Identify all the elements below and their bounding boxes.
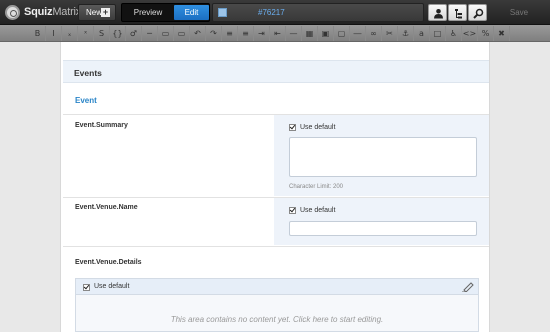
summary-use-default-checkbox[interactable]: [289, 124, 296, 131]
search-icon: [473, 8, 484, 19]
wysiwyg-button[interactable]: ≡: [222, 26, 238, 41]
wysiwyg-button[interactable]: ▭: [174, 26, 190, 41]
venue-name-input[interactable]: [289, 221, 477, 236]
wysiwyg-button[interactable]: ⇥: [254, 26, 270, 41]
new-button[interactable]: New +: [78, 4, 116, 21]
wysiwyg-button[interactable]: ✂: [382, 26, 398, 41]
section-title: Events: [63, 60, 489, 83]
new-button-label: New: [86, 8, 103, 17]
wysiwyg-button[interactable]: ₓ: [62, 26, 78, 41]
edit-form: Events Event Event.Summary Use default C…: [60, 42, 490, 332]
wysiwyg-button[interactable]: ▣: [318, 26, 334, 41]
venue-details-bar: Use default: [76, 279, 478, 295]
tree-icon: [455, 9, 462, 19]
pencil-icon[interactable]: [462, 282, 474, 292]
wysiwyg-button[interactable]: ▦: [302, 26, 318, 41]
search-button[interactable]: [468, 4, 487, 21]
summary-label: Event.Summary: [75, 122, 128, 129]
venue-name-label: Event.Venue.Name: [75, 204, 138, 211]
venue-details-use-default-checkbox[interactable]: [83, 284, 90, 291]
venue-details-empty-message[interactable]: This area contains no content yet. Click…: [76, 315, 478, 324]
tree-button[interactable]: [448, 4, 467, 21]
squiz-logo-icon: [5, 5, 20, 20]
wysiwyg-button[interactable]: ▭: [158, 26, 174, 41]
wysiwyg-button[interactable]: ▢: [334, 26, 350, 41]
preview-button[interactable]: Preview: [122, 4, 174, 21]
venue-details-editor[interactable]: Use default This area contains no conten…: [75, 278, 479, 332]
save-button[interactable]: Save: [496, 4, 542, 21]
wysiwyg-button[interactable]: ↷: [206, 26, 222, 41]
wysiwyg-buttons: B Iₓ ˣ S{} ♂ ─ ▭ ▭ ↶ ↷ ≡ ≡ ⇥ ⇤ — ▦ ▣ ▢ ― ∞ ✂ ⚓ a □ ♿ <>% ✖: [30, 26, 510, 41]
asset-selector[interactable]: #76217: [212, 3, 424, 22]
summary-use-default-label: Use default: [300, 124, 336, 131]
venue-name-use-default-checkbox[interactable]: [289, 207, 296, 214]
wysiwyg-button[interactable]: ―: [350, 26, 366, 41]
wysiwyg-button[interactable]: ─: [142, 26, 158, 41]
wysiwyg-button[interactable]: ⇤: [270, 26, 286, 41]
asset-type-icon: [218, 8, 227, 17]
venue-details-label: Event.Venue.Details: [75, 259, 142, 266]
wysiwyg-button[interactable]: ♿: [446, 26, 462, 41]
wysiwyg-button[interactable]: ∞: [366, 26, 382, 41]
wysiwyg-button[interactable]: B: [30, 26, 46, 41]
wysiwyg-button[interactable]: ⚓: [398, 26, 414, 41]
venue-details-use-default-label: Use default: [94, 283, 130, 290]
wysiwyg-button[interactable]: ≡: [238, 26, 254, 41]
summary-textarea[interactable]: [289, 137, 477, 177]
user-button[interactable]: [428, 4, 447, 21]
wysiwyg-button[interactable]: a: [414, 26, 430, 41]
wysiwyg-button[interactable]: ↶: [190, 26, 206, 41]
wysiwyg-button[interactable]: <>: [462, 26, 478, 41]
wysiwyg-button[interactable]: ˣ: [78, 26, 94, 41]
app-logo: SquizMatrix: [24, 6, 82, 18]
wysiwyg-button[interactable]: —: [286, 26, 302, 41]
asset-id: #76217: [258, 8, 285, 17]
wysiwyg-button[interactable]: □: [430, 26, 446, 41]
subsection-title: Event: [75, 96, 97, 105]
mode-switch: Preview Edit: [121, 3, 210, 22]
wysiwyg-toolbar: B Iₓ ˣ S{} ♂ ─ ▭ ▭ ↶ ↷ ≡ ≡ ⇥ ⇤ — ▦ ▣ ▢ ― ∞ ✂ ⚓ a □ ♿ <>% ✖: [0, 25, 550, 42]
venue-name-use-default-label: Use default: [300, 207, 336, 214]
summary-panel: Use default Character Limit: 200: [274, 115, 489, 196]
venue-name-panel: Use default: [274, 198, 489, 245]
edit-button[interactable]: Edit: [174, 5, 209, 20]
wysiwyg-button[interactable]: S: [94, 26, 110, 41]
wysiwyg-button[interactable]: I: [46, 26, 62, 41]
summary-char-limit: Character Limit: 200: [289, 184, 344, 190]
wysiwyg-button[interactable]: ✖: [494, 26, 510, 41]
wysiwyg-button[interactable]: %: [478, 26, 494, 41]
user-icon: [434, 9, 443, 19]
divider: [63, 246, 489, 247]
wysiwyg-button[interactable]: ♂: [126, 26, 142, 41]
wysiwyg-button[interactable]: {}: [110, 26, 126, 41]
plus-icon: +: [101, 7, 110, 17]
top-toolbar: SquizMatrix New + Preview Edit #76217 Sa…: [0, 0, 550, 25]
